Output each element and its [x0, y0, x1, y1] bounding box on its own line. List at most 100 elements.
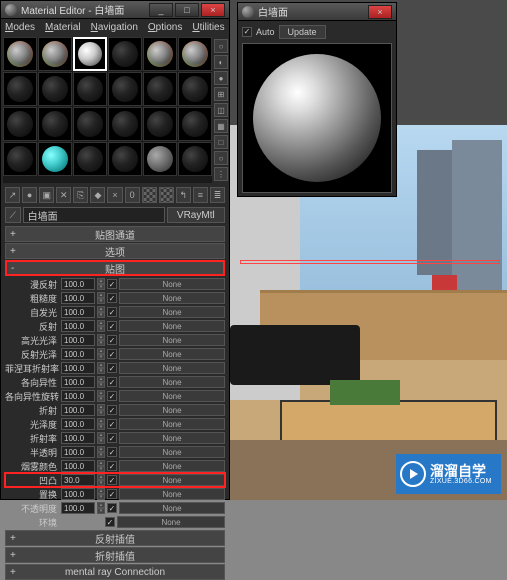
map-enable-checkbox[interactable]: [107, 391, 117, 401]
spinner-down-icon[interactable]: ▾: [97, 410, 105, 416]
map-slot-button[interactable]: None: [119, 320, 225, 332]
make-copy-icon[interactable]: ⎘: [73, 187, 88, 203]
material-slot[interactable]: [3, 142, 37, 176]
minimize-button[interactable]: _: [149, 3, 173, 17]
material-slot[interactable]: [73, 142, 107, 176]
sample-type-icon[interactable]: ○: [214, 39, 228, 53]
map-amount-spinner[interactable]: 100.0: [61, 390, 95, 402]
preview-titlebar[interactable]: 白墙面 ×: [238, 3, 396, 21]
map-slot-button[interactable]: None: [119, 334, 225, 346]
rollout-channel[interactable]: + 贴图通道: [5, 226, 225, 242]
material-slot[interactable]: [108, 37, 142, 71]
map-amount-spinner[interactable]: 100.0: [61, 362, 95, 374]
map-enable-checkbox[interactable]: [107, 461, 117, 471]
map-amount-spinner[interactable]: 100.0: [61, 502, 95, 514]
map-slot-button[interactable]: None: [119, 432, 225, 444]
eyedropper-icon[interactable]: ⟋: [5, 207, 21, 223]
menu-modes[interactable]: Modes: [5, 22, 35, 33]
map-amount-spinner[interactable]: 100.0: [61, 348, 95, 360]
menu-navigation[interactable]: Navigation: [91, 22, 138, 33]
backlight-icon[interactable]: ◐: [214, 55, 228, 69]
go-to-parent-icon[interactable]: ↰: [176, 187, 191, 203]
material-slot[interactable]: [178, 107, 212, 141]
map-amount-spinner[interactable]: 100.0: [61, 446, 95, 458]
material-slot[interactable]: [73, 72, 107, 106]
auto-checkbox[interactable]: [242, 27, 252, 37]
pick-from-object-icon[interactable]: ≣: [210, 187, 225, 203]
map-amount-spinner[interactable]: 100.0: [61, 432, 95, 444]
map-slot-button[interactable]: None: [119, 474, 225, 486]
background-icon[interactable]: ●: [214, 71, 228, 85]
map-amount-spinner[interactable]: 100.0: [61, 404, 95, 416]
rollout-maps[interactable]: - 贴图: [5, 260, 225, 276]
map-enable-checkbox[interactable]: [107, 433, 117, 443]
map-amount-spinner[interactable]: 100.0: [61, 418, 95, 430]
material-slot[interactable]: [38, 107, 72, 141]
spinner-down-icon[interactable]: ▾: [97, 494, 105, 500]
material-slot[interactable]: [38, 142, 72, 176]
map-amount-spinner[interactable]: 100.0: [61, 460, 95, 472]
update-button[interactable]: Update: [279, 25, 326, 39]
menu-utilities[interactable]: Utilities: [192, 22, 224, 33]
material-slot[interactable]: [178, 37, 212, 71]
map-slot-button[interactable]: None: [119, 502, 225, 514]
map-amount-spinner[interactable]: 100.0: [61, 334, 95, 346]
map-slot-button[interactable]: None: [119, 376, 225, 388]
material-slot[interactable]: [3, 107, 37, 141]
rollout-options[interactable]: + 选项: [5, 243, 225, 259]
map-enable-checkbox[interactable]: [107, 419, 117, 429]
put-to-scene-icon[interactable]: ●: [22, 187, 37, 203]
spinner-down-icon[interactable]: ▾: [97, 424, 105, 430]
show-end-result-icon[interactable]: [159, 187, 174, 203]
map-slot-button[interactable]: None: [119, 390, 225, 402]
map-amount-spinner[interactable]: 100.0: [61, 292, 95, 304]
map-slot-button[interactable]: None: [119, 348, 225, 360]
titlebar[interactable]: Material Editor - 白墙面 _ □ ×: [1, 1, 229, 19]
spinner-down-icon[interactable]: ▾: [97, 438, 105, 444]
material-slot[interactable]: [178, 142, 212, 176]
spinner-down-icon[interactable]: ▾: [97, 368, 105, 374]
map-amount-spinner[interactable]: 30.0: [61, 474, 95, 486]
map-enable-checkbox[interactable]: [107, 363, 117, 373]
map-slot-button[interactable]: None: [119, 418, 225, 430]
material-slot-active[interactable]: [73, 37, 107, 71]
preview-icon[interactable]: ▦: [214, 119, 228, 133]
rollout-refr-interp[interactable]: + 折射插值: [5, 547, 225, 563]
material-slot[interactable]: [108, 72, 142, 106]
map-enable-checkbox[interactable]: [107, 279, 117, 289]
sample-uv-icon[interactable]: ⊞: [214, 87, 228, 101]
map-enable-checkbox[interactable]: [107, 321, 117, 331]
spinner-down-icon[interactable]: ▾: [97, 382, 105, 388]
close-button[interactable]: ×: [201, 3, 225, 17]
map-enable-checkbox[interactable]: [107, 377, 117, 387]
map-amount-spinner[interactable]: 100.0: [61, 320, 95, 332]
spinner-down-icon[interactable]: ▾: [97, 340, 105, 346]
map-slot-button[interactable]: None: [117, 516, 225, 528]
material-slot[interactable]: [143, 107, 177, 141]
spinner-down-icon[interactable]: ▾: [97, 354, 105, 360]
spinner-down-icon[interactable]: ▾: [97, 284, 105, 290]
put-to-library-icon[interactable]: ×: [107, 187, 122, 203]
map-amount-spinner[interactable]: 100.0: [61, 488, 95, 500]
spinner-down-icon[interactable]: ▾: [97, 312, 105, 318]
map-enable-checkbox[interactable]: [107, 307, 117, 317]
spinner-down-icon[interactable]: ▾: [97, 326, 105, 332]
get-material-icon[interactable]: ↗: [5, 187, 20, 203]
options-icon[interactable]: □: [214, 135, 228, 149]
close-button[interactable]: ×: [368, 5, 392, 19]
spinner-down-icon[interactable]: ▾: [97, 508, 105, 514]
video-check-icon[interactable]: ◫: [214, 103, 228, 117]
map-enable-checkbox[interactable]: [107, 349, 117, 359]
map-slot-button[interactable]: None: [119, 306, 225, 318]
material-type-button[interactable]: VRayMtl: [167, 207, 225, 223]
spinner-down-icon[interactable]: ▾: [97, 396, 105, 402]
material-slot[interactable]: [108, 142, 142, 176]
maximize-button[interactable]: □: [175, 3, 199, 17]
map-enable-checkbox[interactable]: [107, 447, 117, 457]
map-amount-spinner[interactable]: 100.0: [61, 306, 95, 318]
material-slot[interactable]: [3, 72, 37, 106]
material-slot[interactable]: [143, 142, 177, 176]
map-enable-checkbox[interactable]: [107, 475, 117, 485]
map-enable-checkbox[interactable]: [105, 517, 115, 527]
map-slot-button[interactable]: None: [119, 488, 225, 500]
